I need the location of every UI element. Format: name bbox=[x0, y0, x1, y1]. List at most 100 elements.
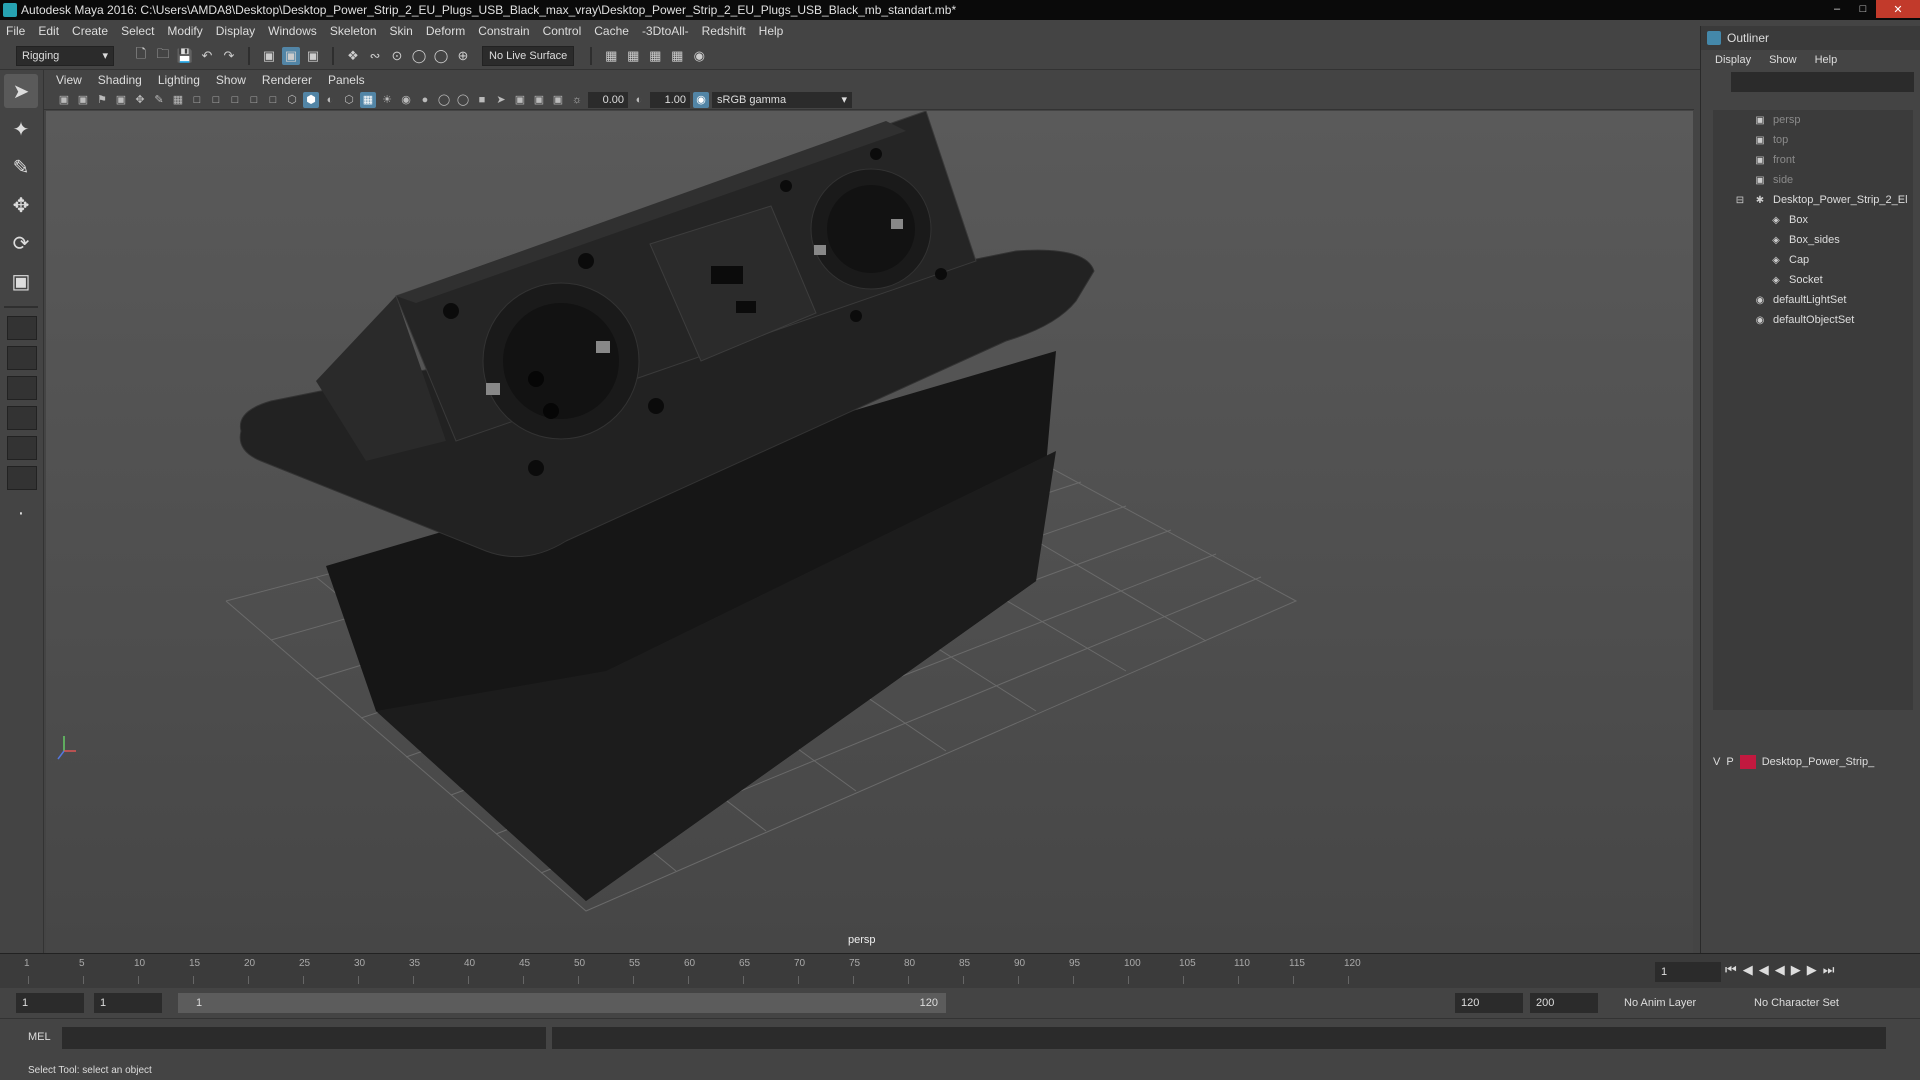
snap-view-icon[interactable]: ◯ bbox=[410, 47, 428, 65]
safe-action-icon[interactable]: □ bbox=[265, 92, 281, 108]
current-frame-field[interactable]: 1 bbox=[1655, 962, 1721, 982]
layer-playback-toggle[interactable]: P bbox=[1726, 756, 1733, 768]
layout-two-icon[interactable] bbox=[7, 376, 37, 400]
exposure-field[interactable]: 0.00 bbox=[588, 91, 628, 108]
textured-icon[interactable]: ▦ bbox=[360, 91, 376, 108]
menu-cache[interactable]: Cache bbox=[594, 24, 629, 38]
motion-blur-icon[interactable]: ◯ bbox=[436, 92, 452, 108]
snap-curve-icon[interactable]: ∾ bbox=[366, 47, 384, 65]
xray-components-icon[interactable]: ▣ bbox=[550, 92, 566, 108]
panel-menu-show[interactable]: Show bbox=[216, 73, 246, 87]
render-view-icon[interactable]: ▦ bbox=[668, 47, 686, 65]
step-forward-frame-icon[interactable]: ▶ bbox=[1807, 962, 1817, 978]
open-scene-icon[interactable]: 🗀 bbox=[154, 46, 172, 65]
anim-layer-dropdown[interactable]: No Anim Layer bbox=[1618, 993, 1736, 1013]
outliner-item-group[interactable]: ⊟ ✱ Desktop_Power_Strip_2_El bbox=[1713, 190, 1913, 210]
command-input[interactable] bbox=[62, 1027, 546, 1049]
menu-display[interactable]: Display bbox=[216, 24, 255, 38]
outliner-item-top[interactable]: ▣ top bbox=[1713, 130, 1913, 150]
menu-edit[interactable]: Edit bbox=[38, 24, 59, 38]
command-language-toggle[interactable]: MEL bbox=[28, 1031, 51, 1043]
anti-aliasing-icon[interactable]: ◯ bbox=[455, 92, 471, 108]
maximize-button[interactable]: □ bbox=[1850, 0, 1876, 18]
two-d-pan-icon[interactable]: ✥ bbox=[132, 92, 148, 108]
image-plane-icon[interactable]: ▣ bbox=[113, 92, 129, 108]
menu-control[interactable]: Control bbox=[543, 24, 582, 38]
panel-menu-lighting[interactable]: Lighting bbox=[158, 73, 200, 87]
outliner-menu-display[interactable]: Display bbox=[1715, 54, 1751, 66]
menu-skin[interactable]: Skin bbox=[390, 24, 413, 38]
outliner-item-side[interactable]: ▣ side bbox=[1713, 170, 1913, 190]
select-tool-icon[interactable]: ➤ bbox=[4, 74, 38, 108]
wireframe-on-shaded-icon[interactable]: ⬡ bbox=[341, 92, 357, 108]
menu-redshift[interactable]: Redshift bbox=[702, 24, 746, 38]
menu-deform[interactable]: Deform bbox=[426, 24, 465, 38]
layout-outliner-icon[interactable] bbox=[7, 406, 37, 430]
outliner-item-default-object-set[interactable]: ◉ defaultObjectSet bbox=[1713, 310, 1913, 330]
outliner-item-cap[interactable]: ◈ Cap bbox=[1713, 250, 1913, 270]
color-management-icon[interactable]: ◉ bbox=[693, 91, 709, 108]
depth-of-field-icon[interactable]: ■ bbox=[474, 92, 490, 108]
outliner-item-box[interactable]: ◈ Box bbox=[1713, 210, 1913, 230]
panel-menu-renderer[interactable]: Renderer bbox=[262, 73, 312, 87]
select-component-icon[interactable]: ▣ bbox=[304, 47, 322, 65]
outliner-item-front[interactable]: ▣ front bbox=[1713, 150, 1913, 170]
menu-constrain[interactable]: Constrain bbox=[478, 24, 529, 38]
select-object-icon[interactable]: ▣ bbox=[282, 46, 300, 65]
layer-visibility-toggle[interactable]: V bbox=[1713, 756, 1720, 768]
xray-joints-icon[interactable]: ▣ bbox=[531, 92, 547, 108]
menu-modify[interactable]: Modify bbox=[167, 24, 202, 38]
camera-attrs-icon[interactable]: ▣ bbox=[75, 92, 91, 108]
menu-windows[interactable]: Windows bbox=[268, 24, 317, 38]
menu-select[interactable]: Select bbox=[121, 24, 154, 38]
menu-skeleton[interactable]: Skeleton bbox=[330, 24, 377, 38]
snap-grid-icon[interactable]: ❖ bbox=[344, 47, 362, 65]
gamma-field[interactable]: 1.00 bbox=[650, 91, 690, 108]
more-layouts-icon[interactable]: · bbox=[4, 496, 38, 530]
view-transform-dropdown[interactable]: sRGB gamma ▾ bbox=[712, 91, 852, 108]
rotate-tool-icon[interactable]: ⟳ bbox=[4, 226, 38, 260]
outliner-menu-help[interactable]: Help bbox=[1815, 54, 1838, 66]
new-scene-icon[interactable]: 🗋 bbox=[132, 46, 150, 65]
menu-set-dropdown[interactable]: Rigging ▾ bbox=[16, 45, 114, 66]
step-back-key-icon[interactable]: ◀ bbox=[1743, 962, 1753, 978]
snap-surface-icon[interactable]: ◯ bbox=[432, 47, 450, 65]
outliner-item-persp[interactable]: ▣ persp bbox=[1713, 110, 1913, 130]
layout-graph-icon[interactable] bbox=[7, 436, 37, 460]
wireframe-icon[interactable]: ⬡ bbox=[284, 92, 300, 108]
default-material-icon[interactable]: ◐ bbox=[322, 92, 338, 108]
outliner-item-box-sides[interactable]: ◈ Box_sides bbox=[1713, 230, 1913, 250]
menu-3dtoall[interactable]: -3DtoAll- bbox=[642, 24, 689, 38]
hypershade-icon[interactable]: ◉ bbox=[690, 47, 708, 65]
exposure-icon[interactable]: ☼ bbox=[569, 92, 585, 108]
render-frame-icon[interactable]: ▦ bbox=[624, 47, 642, 65]
outliner-item-socket[interactable]: ◈ Socket bbox=[1713, 270, 1913, 290]
snap-pivot-icon[interactable]: ⊕ bbox=[454, 47, 472, 65]
layout-single-icon[interactable] bbox=[7, 316, 37, 340]
go-to-end-icon[interactable]: ⏭ bbox=[1823, 962, 1835, 978]
save-scene-icon[interactable]: 💾 bbox=[176, 47, 194, 65]
screen-space-ao-icon[interactable]: ● bbox=[417, 92, 433, 108]
outliner-search-input[interactable] bbox=[1731, 72, 1914, 92]
bookmark-icon[interactable]: ⚑ bbox=[94, 92, 110, 108]
live-surface-field[interactable]: No Live Surface bbox=[482, 45, 575, 66]
redo-icon[interactable]: ↷ bbox=[220, 47, 238, 65]
scale-tool-icon[interactable]: ▣ bbox=[4, 264, 38, 298]
step-back-frame-icon[interactable]: ◀ bbox=[1759, 962, 1769, 978]
go-to-start-icon[interactable]: ⏮ bbox=[1725, 962, 1737, 978]
panel-menu-shading[interactable]: Shading bbox=[98, 73, 142, 87]
select-hierarchy-icon[interactable]: ▣ bbox=[260, 47, 278, 65]
close-button[interactable]: ✕ bbox=[1876, 0, 1920, 18]
viewport-persp[interactable] bbox=[46, 110, 1693, 953]
undo-icon[interactable]: ↶ bbox=[198, 47, 216, 65]
gate-mask-icon[interactable]: □ bbox=[227, 92, 243, 108]
character-set-dropdown[interactable]: No Character Set bbox=[1748, 993, 1858, 1013]
play-forward-icon[interactable]: ▶ bbox=[1791, 962, 1801, 978]
menu-help[interactable]: Help bbox=[759, 24, 784, 38]
end-time-field[interactable]: 200 bbox=[1530, 993, 1598, 1013]
lasso-tool-icon[interactable]: ✦ bbox=[4, 112, 38, 146]
layer-color-swatch[interactable] bbox=[1739, 755, 1756, 769]
layout-hypershade-icon[interactable] bbox=[7, 466, 37, 490]
menu-create[interactable]: Create bbox=[72, 24, 108, 38]
minimize-button[interactable]: – bbox=[1824, 0, 1850, 18]
